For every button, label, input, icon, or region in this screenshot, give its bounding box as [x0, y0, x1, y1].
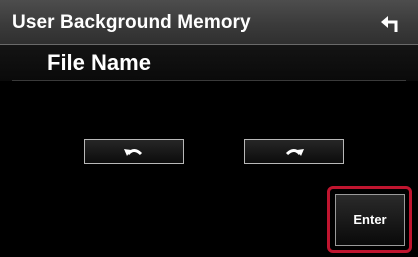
enter-button-label: Enter [353, 212, 387, 227]
page-title: User Background Memory [12, 12, 251, 33]
back-arrow-icon [381, 16, 398, 32]
enter-button[interactable]: Enter [335, 194, 405, 246]
header-bar: User Background Memory [0, 0, 418, 44]
undo-arrow-icon [124, 149, 143, 156]
field-divider [12, 80, 406, 81]
redo-arrow-icon [285, 149, 304, 156]
undo-button[interactable] [84, 139, 184, 164]
back-button[interactable] [378, 10, 404, 36]
file-name-label: File Name [47, 50, 151, 75]
screen: User Background Memory File Name Enter [0, 0, 418, 257]
redo-button[interactable] [244, 139, 344, 164]
